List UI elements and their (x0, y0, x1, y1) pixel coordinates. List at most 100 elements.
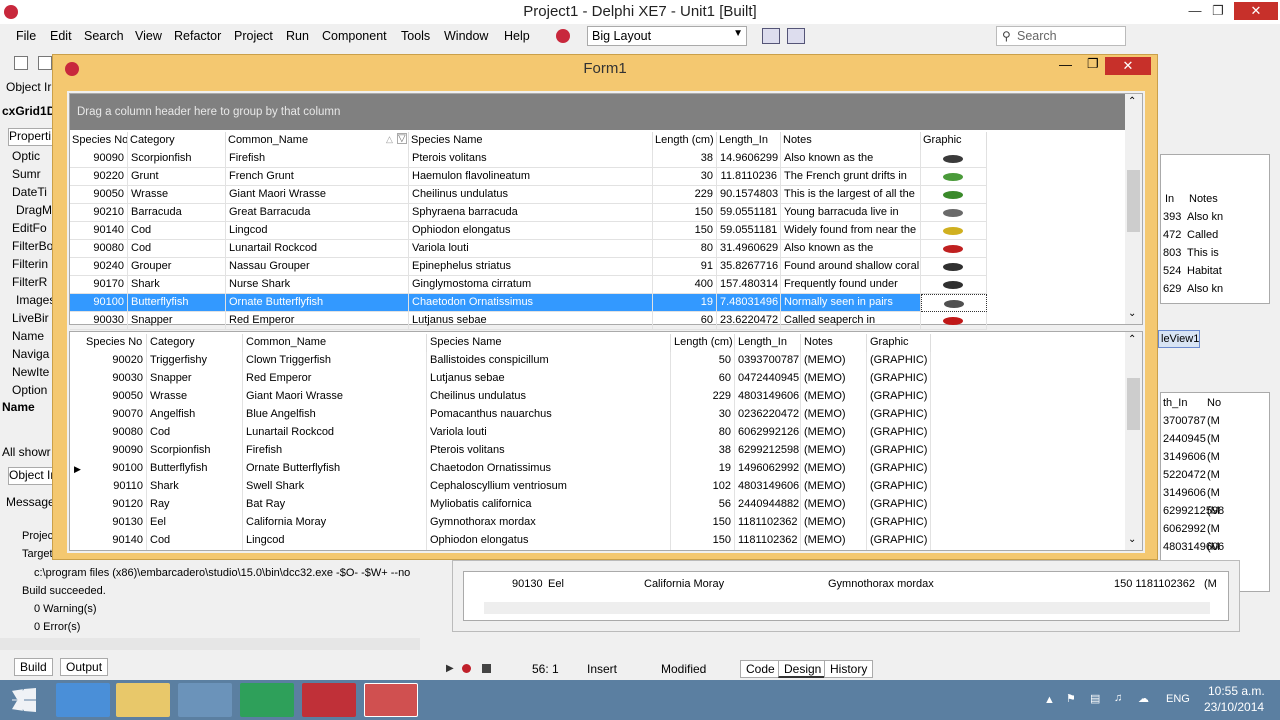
table-cell[interactable]: Eel (147, 514, 243, 532)
table-cell[interactable]: Swell Shark (243, 478, 427, 496)
scroll-down-icon[interactable]: ⌄ (1128, 308, 1136, 319)
table-cell[interactable]: 157.480314 (717, 276, 781, 294)
table-cell[interactable]: Also known as the (781, 150, 921, 168)
table-cell[interactable]: Lutjanus sebae (409, 312, 653, 330)
table-cell[interactable]: 90240 (70, 258, 128, 276)
table-cell[interactable]: Snapper (128, 312, 226, 330)
menu-search[interactable]: Search (84, 29, 124, 43)
table-cell[interactable]: (MEMO) (801, 352, 867, 370)
menu-refactor[interactable]: Refactor (174, 29, 221, 43)
table-cell[interactable]: (GRAPHIC) (867, 460, 931, 478)
output-tab[interactable]: Output (60, 658, 109, 676)
table-row[interactable]: 90030 Snapper Red Emperor Lutjanus sebae 60 0… (70, 370, 931, 388)
table-cell[interactable]: Ballistoides conspicillum (427, 352, 671, 370)
table-cell[interactable]: Called seaperch in (781, 312, 921, 330)
table-row[interactable]: 90050 Wrasse Giant Maori Wrasse Cheilinus u… (70, 388, 931, 406)
table-cell[interactable]: Pomacanthus nauarchus (427, 406, 671, 424)
table-cell[interactable]: 400 (653, 276, 717, 294)
table-cell[interactable]: 80 (653, 240, 717, 258)
table-cell[interactable]: Grouper (128, 258, 226, 276)
tab-code[interactable]: Code (740, 660, 781, 678)
table-cell[interactable]: Giant Maori Wrasse (226, 186, 409, 204)
network-icon[interactable]: ▤ (1090, 692, 1100, 705)
g2-header-notes[interactable]: Notes (801, 334, 867, 352)
maximize-icon[interactable]: ❐ (1205, 2, 1231, 20)
table-row[interactable]: 90220 Grunt French Grunt Haemulon flavoline… (70, 168, 987, 186)
table-row[interactable]: 90120 Ray Bat Ray Myliobatis californica 56 2… (70, 496, 931, 514)
start-windows-icon[interactable] (12, 688, 36, 712)
col-header-common-name[interactable]: Common_Name △ ▽ (226, 132, 409, 150)
table-row[interactable]: 90030 Snapper Red Emperor Lutjanus sebae 60 2… (70, 312, 987, 330)
table-cell[interactable]: 90130 (83, 514, 147, 532)
table-cell[interactable]: (GRAPHIC) (867, 424, 931, 442)
table-row[interactable]: 90240 Grouper Nassau Grouper Epinephelus st… (70, 258, 987, 276)
table-cell[interactable]: Barracuda (128, 204, 226, 222)
new-file-icon[interactable] (14, 56, 28, 70)
menu-tools[interactable]: Tools (401, 29, 430, 43)
table-cell[interactable]: Giant Maori Wrasse (243, 388, 427, 406)
table-cell[interactable]: 14.9606299 (717, 150, 781, 168)
table-cell[interactable]: 90120 (83, 496, 147, 514)
table-cell[interactable]: Clown Triggerfish (243, 352, 427, 370)
table-cell[interactable]: 60 (653, 312, 717, 330)
delphi-taskbar-icon[interactable] (302, 683, 356, 717)
table-cell[interactable]: Lunartail Rockcod (226, 240, 409, 258)
table-cell[interactable]: (GRAPHIC) (867, 352, 931, 370)
table-cell[interactable]: 6299212598 (735, 442, 801, 460)
messages-hscrollbar[interactable] (0, 638, 420, 650)
table-cell[interactable]: 229 (671, 388, 735, 406)
table-cell[interactable]: Angelfish (147, 406, 243, 424)
grid2-vscrollbar[interactable]: ⌃ ⌄ (1125, 332, 1142, 550)
fish-graphic-icon[interactable] (921, 240, 987, 258)
record-icon[interactable] (462, 664, 471, 673)
table-row[interactable]: ▶ 90100 Butterflyfish Ornate Butterflyfish C… (70, 460, 931, 478)
table-cell[interactable]: Ophiodon elongatus (427, 532, 671, 550)
object-inspector-tab[interactable]: Object In (8, 467, 58, 485)
table-cell[interactable]: 90070 (83, 406, 147, 424)
component-selector[interactable]: cxGrid1D (2, 104, 58, 122)
table-cell[interactable]: 19 (671, 460, 735, 478)
grid2-scroll-thumb[interactable] (1127, 378, 1140, 430)
table-cell[interactable]: Red Emperor (243, 370, 427, 388)
g2-header-common-name[interactable]: Common_Name (243, 334, 427, 352)
play-icon[interactable]: ▶ (446, 663, 454, 674)
menu-view[interactable]: View (135, 29, 162, 43)
table-cell[interactable]: (GRAPHIC) (867, 406, 931, 424)
volume-icon[interactable]: ♫ (1114, 692, 1122, 704)
menu-project[interactable]: Project (234, 29, 273, 43)
fish-graphic-icon[interactable] (921, 294, 987, 312)
table-cell[interactable]: (MEMO) (801, 370, 867, 388)
table-cell[interactable]: 0472440945 (735, 370, 801, 388)
table-cell[interactable]: (MEMO) (801, 406, 867, 424)
chrome-icon[interactable] (178, 683, 232, 717)
table-cell[interactable]: Widely found from near the (781, 222, 921, 240)
table-cell[interactable]: Haemulon flavolineatum (409, 168, 653, 186)
g2-header-length-cm[interactable]: Length (cm) (671, 334, 735, 352)
table-cell[interactable]: Cod (128, 240, 226, 258)
table-cell[interactable]: (MEMO) (801, 532, 867, 550)
table-row[interactable]: 90140 Cod Lingcod Ophiodon elongatus 150 1181… (70, 532, 931, 550)
col-header-species-name[interactable]: Species Name (409, 132, 653, 150)
table-cell[interactable]: 91 (653, 258, 717, 276)
tab-design[interactable]: Design (778, 660, 828, 678)
col-header-category[interactable]: Category (128, 132, 226, 150)
build-tab[interactable]: Build (14, 658, 53, 676)
table-cell[interactable]: Ophiodon elongatus (409, 222, 653, 240)
table-row[interactable]: 90070 Angelfish Blue Angelfish Pomacanthus … (70, 406, 931, 424)
g2-header-species-no[interactable]: Species No (83, 334, 147, 352)
internet-explorer-icon[interactable] (56, 683, 110, 717)
table-cell[interactable]: Chaetodon Ornatissimus (409, 294, 653, 312)
table-cell[interactable]: Sphyraena barracuda (409, 204, 653, 222)
table-cell[interactable]: 38 (653, 150, 717, 168)
table-cell[interactable]: 150 (671, 532, 735, 550)
g2-header-category[interactable]: Category (147, 334, 243, 352)
table-cell[interactable]: Nassau Grouper (226, 258, 409, 276)
table-cell[interactable]: 2440944882 (735, 496, 801, 514)
table-cell[interactable]: Snapper (147, 370, 243, 388)
table-cell[interactable]: Nurse Shark (226, 276, 409, 294)
table-row[interactable]: 90050 Wrasse Giant Maori Wrasse Cheilinus u… (70, 186, 987, 204)
table-cell[interactable]: 90030 (70, 312, 128, 330)
table-cell[interactable]: (MEMO) (801, 388, 867, 406)
table-cell[interactable]: Variola louti (409, 240, 653, 258)
table-cell[interactable]: 4803149606 (735, 478, 801, 496)
